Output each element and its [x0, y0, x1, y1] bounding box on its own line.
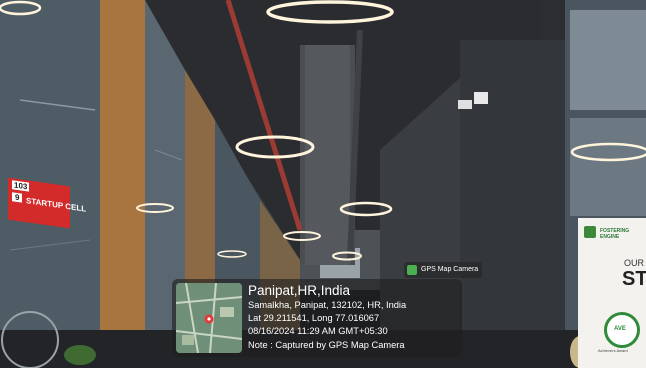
poster-headline-big: ST: [622, 268, 646, 290]
datetime-line: 08/16/2024 11:29 AM GMT+05:30: [248, 326, 388, 337]
map-thumbnail: [176, 283, 242, 353]
poster-banner: FOSTERING ENGINE OUR ST AVE Achievers Aw…: [578, 218, 646, 368]
address-line: Samalkha, Panipat, 132102, HR, India: [248, 300, 407, 310]
map-pin-icon: [204, 314, 214, 324]
award-seal-icon: AVE: [604, 312, 640, 348]
poster-brand: FOSTERING ENGINE: [600, 228, 630, 240]
coordinates-line: Lat 29.211541, Long 77.016067: [248, 313, 380, 324]
office-corridor-photo: 103 9 STARTUP CELL FOSTERING ENGINE OUR …: [0, 0, 646, 368]
gps-tag-label: GPS Map Camera: [421, 266, 479, 273]
note-line: Note : Captured by GPS Map Camera: [248, 339, 405, 350]
gps-overlay: Panipat,HR,India Samalkha, Panipat, 1321…: [172, 279, 462, 357]
startup-cell-sign: 103 9 STARTUP CELL: [8, 177, 86, 229]
room-number: 103: [12, 180, 30, 192]
gps-map-camera-tag: GPS Map Camera: [404, 262, 482, 278]
gps-map-camera-icon: [407, 265, 417, 275]
gps-details: Panipat,HR,India Samalkha, Panipat, 1321…: [248, 282, 406, 352]
room-sub-number: 9: [12, 192, 23, 203]
poster-headline-small: OUR: [624, 258, 644, 268]
poster-logo-icon: [584, 226, 596, 238]
location-title: Panipat,HR,India: [248, 283, 351, 298]
poster-caption: Achievers Award: [598, 348, 628, 353]
